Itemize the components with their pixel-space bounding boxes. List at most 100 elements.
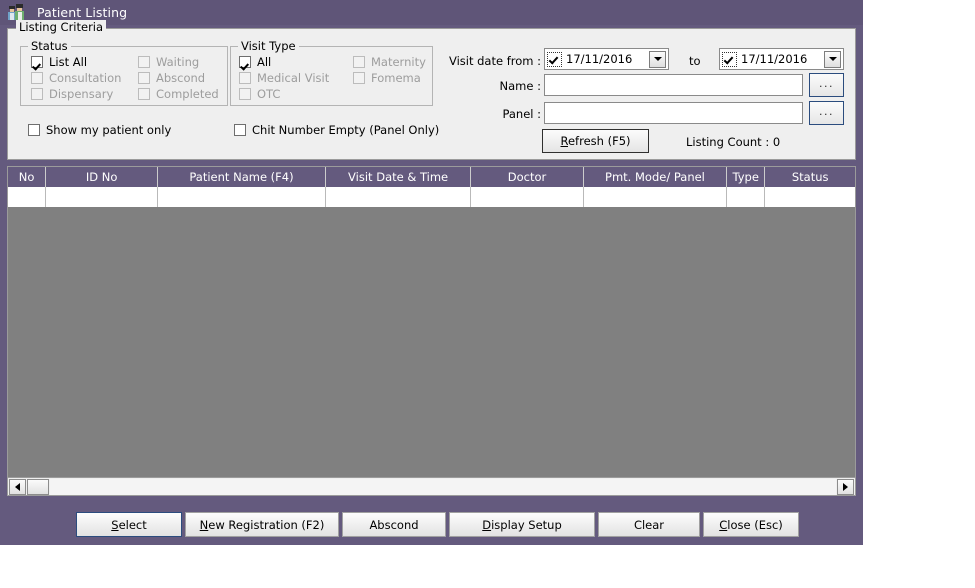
- grid-header-visit-date[interactable]: Visit Date & Time: [326, 167, 472, 187]
- checkbox-medical-visit[interactable]: Medical Visit: [239, 71, 329, 85]
- date-from-checkbox[interactable]: [547, 51, 562, 67]
- close-button-label: Close (Esc): [719, 517, 783, 532]
- date-from-picker[interactable]: 17/11/2016: [544, 48, 669, 70]
- status-group: Status List All Waiting Consultation Abs…: [20, 39, 228, 106]
- checkbox-chit-number-empty[interactable]: Chit Number Empty (Panel Only): [234, 123, 439, 137]
- select-button-label: Select: [111, 517, 147, 532]
- checkbox-label: Fomema: [371, 71, 421, 85]
- caret-right-icon: [843, 482, 848, 491]
- grid-cell-visit-date: [326, 187, 472, 207]
- checkbox-label: Chit Number Empty (Panel Only): [252, 123, 440, 137]
- panel-label: Panel :: [502, 107, 541, 121]
- date-to-checkbox[interactable]: [722, 51, 737, 67]
- checkbox-label: OTC: [257, 87, 281, 101]
- abscond-button[interactable]: Abscond: [342, 512, 446, 537]
- window-title: Patient Listing: [37, 5, 128, 20]
- checkbox-label: All: [257, 55, 272, 69]
- date-to-picker[interactable]: 17/11/2016: [719, 48, 844, 70]
- checkbox-all[interactable]: All: [239, 55, 271, 69]
- checkbox-otc[interactable]: OTC: [239, 87, 280, 101]
- listing-count-label: Listing Count : 0: [686, 135, 781, 149]
- refresh-button[interactable]: Refresh (F5): [542, 129, 649, 153]
- abscond-button-label: Abscond: [369, 517, 419, 532]
- checkbox-label: Abscond: [156, 71, 206, 85]
- checkbox-label: Consultation: [49, 71, 122, 85]
- grid-cell-type: [727, 187, 766, 207]
- clear-button-label: Clear: [633, 517, 665, 532]
- visit-date-label: Visit date from :: [448, 54, 541, 68]
- grid-header-patient-name[interactable]: Patient Name (F4): [158, 167, 327, 187]
- checkbox-show-my-patient-only[interactable]: Show my patient only: [28, 123, 171, 137]
- checkbox-box: [239, 88, 251, 100]
- grid-header-no[interactable]: No: [8, 167, 47, 187]
- date-from-dropdown-button[interactable]: [649, 50, 666, 68]
- date-from-value: 17/11/2016: [566, 52, 633, 66]
- checkbox-waiting[interactable]: Waiting: [138, 55, 199, 69]
- checkbox-label: Maternity: [371, 55, 426, 69]
- checkbox-maternity[interactable]: Maternity: [353, 55, 426, 69]
- checkbox-box: [138, 72, 150, 84]
- date-to-dropdown-button[interactable]: [824, 50, 841, 68]
- select-button[interactable]: Select: [76, 512, 182, 537]
- name-input[interactable]: [544, 74, 803, 96]
- display-setup-button[interactable]: Display Setup: [449, 512, 595, 537]
- checkbox-label: Medical Visit: [257, 71, 330, 85]
- grid-cell-status: [765, 187, 855, 207]
- grid-header-type[interactable]: Type: [727, 167, 766, 187]
- grid-header-doctor[interactable]: Doctor: [471, 167, 584, 187]
- caret-left-icon: [15, 482, 20, 491]
- checkbox-box: [28, 124, 40, 136]
- patient-grid: No ID No Patient Name (F4) Visit Date & …: [7, 166, 856, 496]
- refresh-button-label: Refresh (F5): [560, 134, 631, 148]
- checkbox-box: [138, 88, 150, 100]
- scrollbar-thumb[interactable]: [27, 478, 49, 495]
- checkbox-list-all[interactable]: List All: [31, 55, 87, 69]
- name-browse-button[interactable]: ...: [809, 73, 844, 97]
- checkbox-label: Show my patient only: [46, 123, 172, 137]
- grid-cell-patient-name: [158, 187, 327, 207]
- grid-body-empty-area: [8, 207, 855, 476]
- close-button[interactable]: Close (Esc): [703, 512, 799, 537]
- date-range-to-label: to: [689, 54, 701, 68]
- grid-cell-pmt-mode: [584, 187, 728, 207]
- grid-cell-doctor: [471, 187, 584, 207]
- display-setup-button-label: Display Setup: [482, 517, 562, 532]
- grid-header-pmt-mode[interactable]: Pmt. Mode/ Panel: [584, 167, 728, 187]
- panel-input[interactable]: [544, 102, 803, 124]
- checkbox-completed[interactable]: Completed: [138, 87, 219, 101]
- checkbox-box: [234, 124, 246, 136]
- new-registration-button[interactable]: New Registration (F2): [185, 512, 339, 537]
- grid-header-id-no[interactable]: ID No: [46, 167, 158, 187]
- patient-listing-window: Patient Listing Listing Criteria Status …: [0, 0, 863, 545]
- ellipsis-icon: ...: [819, 104, 834, 118]
- checkbox-box: [353, 72, 365, 84]
- scroll-left-button[interactable]: [9, 478, 26, 495]
- checkbox-dispensary[interactable]: Dispensary: [31, 87, 113, 101]
- grid-header-status[interactable]: Status: [765, 167, 855, 187]
- checkbox-box: [31, 72, 43, 84]
- checkbox-abscond[interactable]: Abscond: [138, 71, 205, 85]
- checkbox-box: [239, 56, 251, 68]
- visit-type-group: Visit Type All Maternity Medical Visit F…: [230, 39, 433, 106]
- checkbox-box: [239, 72, 251, 84]
- checkbox-fomema[interactable]: Fomema: [353, 71, 421, 85]
- clear-button[interactable]: Clear: [598, 512, 700, 537]
- grid-empty-row[interactable]: [8, 187, 855, 207]
- scroll-right-button[interactable]: [837, 478, 854, 495]
- panel-browse-button[interactable]: ...: [809, 101, 844, 125]
- checkbox-label: Completed: [156, 87, 219, 101]
- date-to-value: 17/11/2016: [741, 52, 808, 66]
- checkbox-label: Waiting: [156, 55, 200, 69]
- listing-criteria-legend: Listing Criteria: [16, 20, 107, 34]
- grid-horizontal-scrollbar[interactable]: [8, 477, 855, 495]
- footer-button-bar: Select New Registration (F2) Abscond Dis…: [0, 500, 863, 545]
- checkbox-label: List All: [49, 55, 88, 69]
- grid-cell-no: [8, 187, 47, 207]
- grid-header-row: No ID No Patient Name (F4) Visit Date & …: [8, 167, 855, 187]
- title-bar: Patient Listing: [0, 0, 863, 25]
- scrollbar-track[interactable]: [50, 478, 836, 495]
- checkbox-label: Dispensary: [49, 87, 114, 101]
- status-group-legend: Status: [28, 39, 71, 53]
- checkbox-consultation[interactable]: Consultation: [31, 71, 121, 85]
- checkbox-box: [31, 88, 43, 100]
